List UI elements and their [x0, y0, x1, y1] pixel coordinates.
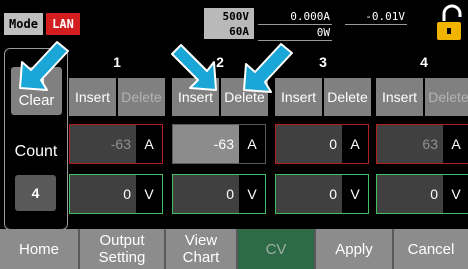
- current-field[interactable]: 0 A: [275, 124, 369, 164]
- apply-label: Apply: [335, 240, 373, 258]
- current-unit: A: [239, 125, 265, 163]
- count-value[interactable]: 4: [15, 175, 56, 211]
- step-column-4: 4 Insert Delete 63 A 0 V: [376, 48, 468, 228]
- all-clear-button[interactable]: All Clear: [11, 67, 62, 115]
- rating-box: 500V 60A: [204, 8, 254, 39]
- voltage-field[interactable]: 0 V: [172, 174, 266, 214]
- voltage-unit: V: [136, 175, 162, 213]
- voltage-value: 0: [226, 186, 234, 202]
- measured-current: 0.000A: [290, 10, 330, 23]
- voltage-unit: V: [239, 175, 265, 213]
- step-number: 4: [420, 54, 428, 70]
- power-underline: [258, 40, 332, 41]
- current-field[interactable]: -63 A: [69, 124, 163, 164]
- measured-voltage: -0.01V: [365, 10, 405, 23]
- apply-button[interactable]: Apply: [316, 229, 394, 269]
- measured-power: 0W: [316, 26, 330, 39]
- voltage-field[interactable]: 0 V: [275, 174, 369, 214]
- home-label: Home: [18, 240, 59, 258]
- step-column-3: 3 Insert Delete 0 A 0 V: [275, 48, 371, 228]
- cancel-button[interactable]: Cancel: [394, 229, 468, 269]
- current-value: 63: [422, 136, 438, 152]
- voltage-unit: V: [443, 175, 468, 213]
- insert-button[interactable]: Insert: [275, 78, 322, 116]
- all-clear-label: All Clear: [18, 73, 55, 109]
- delete-button[interactable]: Delete: [118, 78, 165, 116]
- voltage-value: 0: [329, 186, 337, 202]
- cv-label: CV: [265, 240, 287, 258]
- delete-button[interactable]: Delete: [425, 78, 468, 116]
- view-chart-button[interactable]: View Chart: [166, 229, 238, 269]
- current-value: -63: [110, 136, 131, 152]
- status-bar: Mode LAN 500V 60A 0.000A 0W -0.01V: [0, 0, 468, 46]
- current-underline: [258, 24, 332, 25]
- delete-button[interactable]: Delete: [221, 78, 268, 116]
- insert-button[interactable]: Insert: [172, 78, 219, 116]
- current-value: -63: [213, 136, 234, 152]
- current-unit: A: [136, 125, 162, 163]
- output-setting-label: Output Setting: [98, 232, 146, 266]
- home-button[interactable]: Home: [0, 229, 80, 269]
- step-column-2: 2 Insert Delete -63 A 0 V: [172, 48, 268, 228]
- voltage-value: 0: [123, 186, 131, 202]
- count-label: Count: [14, 143, 58, 160]
- rated-current: 60A: [229, 25, 249, 38]
- cv-mode-button[interactable]: CV: [238, 229, 316, 269]
- mode-badge: Mode: [4, 13, 43, 35]
- current-value: 0: [329, 136, 337, 152]
- current-field[interactable]: 63 A: [376, 124, 468, 164]
- soft-key-bar: Home Output Setting View Chart CV Apply …: [0, 229, 468, 269]
- voltage-field[interactable]: 0 V: [69, 174, 163, 214]
- voltage-value: 0: [430, 186, 438, 202]
- step-column-1: 1 Insert Delete -63 A 0 V: [69, 48, 165, 228]
- sequence-panel: All Clear Count 4: [4, 48, 68, 230]
- output-setting-button[interactable]: Output Setting: [80, 229, 166, 269]
- voltage-unit: V: [342, 175, 368, 213]
- step-number: 2: [216, 54, 224, 70]
- voltage-field[interactable]: 0 V: [376, 174, 468, 214]
- current-field[interactable]: -63 A: [172, 124, 266, 164]
- current-unit: A: [443, 125, 468, 163]
- step-number: 1: [113, 54, 121, 70]
- cancel-label: Cancel: [407, 240, 455, 258]
- lan-badge: LAN: [46, 13, 80, 35]
- view-chart-label: View Chart: [182, 232, 220, 266]
- rated-voltage: 500V: [222, 10, 250, 23]
- delete-button[interactable]: Delete: [324, 78, 371, 116]
- insert-button[interactable]: Insert: [376, 78, 423, 116]
- insert-button[interactable]: Insert: [69, 78, 116, 116]
- lock-open-icon[interactable]: [427, 4, 467, 42]
- current-unit: A: [342, 125, 368, 163]
- voltage-underline: [345, 24, 407, 25]
- step-number: 3: [319, 54, 327, 70]
